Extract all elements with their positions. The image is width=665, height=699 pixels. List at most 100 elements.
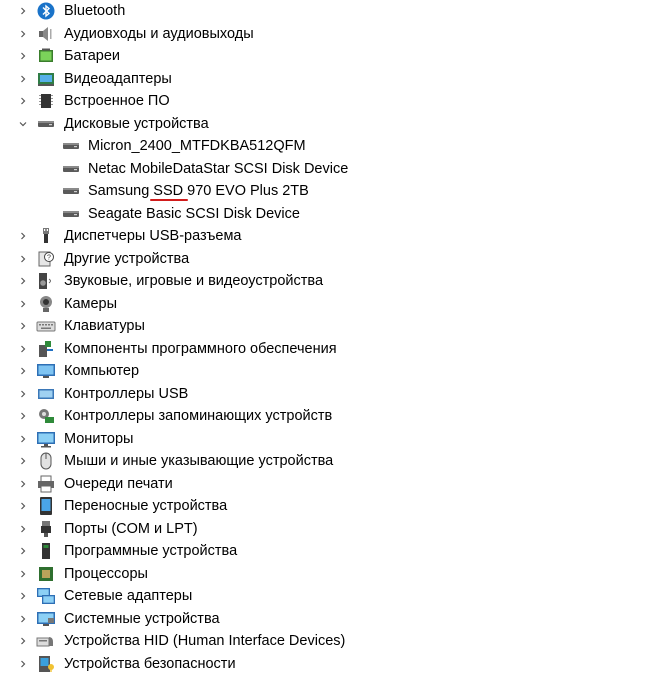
- tree-child-label: Samsung SSD 970 EVO Plus 2TB: [88, 183, 309, 199]
- chevron-right-icon[interactable]: [13, 315, 33, 337]
- chevron-right-icon[interactable]: [13, 653, 33, 675]
- tree-node-label: Порты (COM и LPT): [64, 520, 198, 537]
- hid-device-icon: [36, 631, 56, 651]
- chevron-right-icon[interactable]: [13, 23, 33, 45]
- chevron-right-icon[interactable]: [13, 270, 33, 292]
- chevron-right-icon[interactable]: [13, 518, 33, 540]
- chevron-right-icon[interactable]: [13, 405, 33, 427]
- chevron-right-icon[interactable]: [13, 90, 33, 112]
- firmware-chip-icon: [36, 91, 56, 111]
- chevron-right-icon[interactable]: [13, 248, 33, 270]
- tree-node[interactable]: Контроллеры запоминающих устройств: [0, 405, 665, 427]
- chevron-right-icon[interactable]: [13, 360, 33, 382]
- tree-child-node[interactable]: Samsung SSD 970 EVO Plus 2TB: [0, 180, 665, 202]
- tree-node[interactable]: Сетевые адаптеры: [0, 585, 665, 607]
- chevron-right-icon[interactable]: [13, 495, 33, 517]
- network-adapter-icon: [36, 586, 56, 606]
- tree-node[interactable]: Мониторы: [0, 428, 665, 450]
- usb-controller-icon: [36, 384, 56, 404]
- tree-node-label: Мыши и иные указывающие устройства: [64, 453, 334, 469]
- tree-child-label: Micron_2400_MTFDKBA512QFM: [88, 138, 306, 154]
- tree-node[interactable]: Компьютер: [0, 360, 665, 382]
- software-component-icon: [36, 339, 56, 359]
- chevron-down-icon[interactable]: [13, 113, 33, 135]
- tree-node[interactable]: Очереди печати: [0, 473, 665, 495]
- tree-node[interactable]: Контроллеры USB: [0, 383, 665, 405]
- computer-icon: [36, 361, 56, 381]
- chevron-right-icon[interactable]: [13, 383, 33, 405]
- tree-node[interactable]: Дисковые устройства: [0, 113, 665, 135]
- tree-node[interactable]: Звуковые, игровые и видеоустройства: [0, 270, 665, 292]
- tree-node[interactable]: Переносные устройства: [0, 495, 665, 517]
- disk-drive-icon: [36, 114, 56, 134]
- tree-node-label: Устройства HID (Human Interface Devices): [64, 633, 346, 649]
- tree-node-label: Программные устройства: [64, 543, 238, 559]
- tree-node-label: Контроллеры запоминающих устройств: [64, 408, 333, 424]
- tree-node[interactable]: Bluetooth: [0, 0, 665, 22]
- chevron-right-icon[interactable]: [13, 45, 33, 67]
- chevron-right-icon[interactable]: [13, 428, 33, 450]
- tree-node[interactable]: ? Другие устройства: [0, 248, 665, 270]
- chevron-right-icon[interactable]: [13, 540, 33, 562]
- chevron-right-icon[interactable]: [13, 293, 33, 315]
- tree-child-label: Netac MobileDataStar SCSI Disk Device: [88, 160, 349, 177]
- tree-node-label: Компоненты программного обеспечения: [64, 340, 337, 357]
- tree-node[interactable]: Клавиатуры: [0, 315, 665, 337]
- system-device-icon: [36, 609, 56, 629]
- tree-node-label: Видеоадаптеры: [64, 70, 172, 87]
- usb-connector-icon: [36, 226, 56, 246]
- tree-node[interactable]: Порты (COM и LPT): [0, 518, 665, 540]
- security-device-icon: [36, 654, 56, 674]
- tree-node-label: Камеры: [64, 295, 118, 312]
- tree-node[interactable]: Диспетчеры USB-разъема: [0, 225, 665, 247]
- mouse-icon: [36, 451, 56, 471]
- tree-node-label: Переносные устройства: [64, 498, 228, 514]
- chevron-right-icon[interactable]: [13, 608, 33, 630]
- tree-node-label: Системные устройства: [64, 610, 220, 627]
- keyboard-icon: [36, 316, 56, 336]
- tree-node[interactable]: Системные устройства: [0, 608, 665, 630]
- tree-node[interactable]: Встроенное ПО: [0, 90, 665, 112]
- tree-node-label: Дисковые устройства: [64, 115, 209, 132]
- speaker-icon: [36, 24, 56, 44]
- tree-node-label: Диспетчеры USB-разъема: [64, 228, 242, 244]
- tree-node[interactable]: Мыши и иные указывающие устройства: [0, 450, 665, 472]
- chevron-right-icon[interactable]: [13, 68, 33, 90]
- tree-child-node[interactable]: Micron_2400_MTFDKBA512QFM: [0, 135, 665, 157]
- tree-node-label: Устройства безопасности: [64, 655, 236, 672]
- chevron-right-icon[interactable]: [13, 563, 33, 585]
- port-icon: [36, 519, 56, 539]
- tree-node-label: Клавиатуры: [64, 318, 145, 334]
- tree-node-label: Другие устройства: [64, 250, 190, 267]
- tree-node-label: Звуковые, игровые и видеоустройства: [64, 273, 324, 289]
- tree-node[interactable]: Компоненты программного обеспечения: [0, 338, 665, 360]
- chevron-right-icon[interactable]: [13, 0, 33, 22]
- tree-node[interactable]: Процессоры: [0, 563, 665, 585]
- chevron-right-icon[interactable]: [13, 585, 33, 607]
- tree-node[interactable]: Аудиовходы и аудиовыходы: [0, 23, 665, 45]
- tree-node-label: Процессоры: [64, 565, 148, 582]
- chevron-right-icon[interactable]: [13, 473, 33, 495]
- chevron-right-icon[interactable]: [13, 225, 33, 247]
- tree-node[interactable]: Видеоадаптеры: [0, 68, 665, 90]
- tree-node[interactable]: Программные устройства: [0, 540, 665, 562]
- tree-node-label: Очереди печати: [64, 475, 173, 492]
- disk-drive-icon: [61, 159, 81, 179]
- processor-icon: [36, 564, 56, 584]
- tree-node-label: Мониторы: [64, 430, 134, 447]
- tree-node[interactable]: Устройства безопасности: [0, 653, 665, 675]
- printer-icon: [36, 474, 56, 494]
- camera-icon: [36, 294, 56, 314]
- chevron-right-icon[interactable]: [13, 450, 33, 472]
- tree-node[interactable]: Устройства HID (Human Interface Devices): [0, 630, 665, 652]
- tree-node[interactable]: Камеры: [0, 293, 665, 315]
- tree-child-node[interactable]: Netac MobileDataStar SCSI Disk Device: [0, 158, 665, 180]
- tree-node-label: Bluetooth: [64, 3, 126, 19]
- disk-drive-icon: [61, 204, 81, 224]
- tree-node-label: Контроллеры USB: [64, 385, 189, 402]
- tree-node[interactable]: Батареи: [0, 45, 665, 67]
- disk-drive-icon: [61, 136, 81, 156]
- tree-child-node[interactable]: Seagate Basic SCSI Disk Device: [0, 203, 665, 225]
- chevron-right-icon[interactable]: [13, 338, 33, 360]
- chevron-right-icon[interactable]: [13, 630, 33, 652]
